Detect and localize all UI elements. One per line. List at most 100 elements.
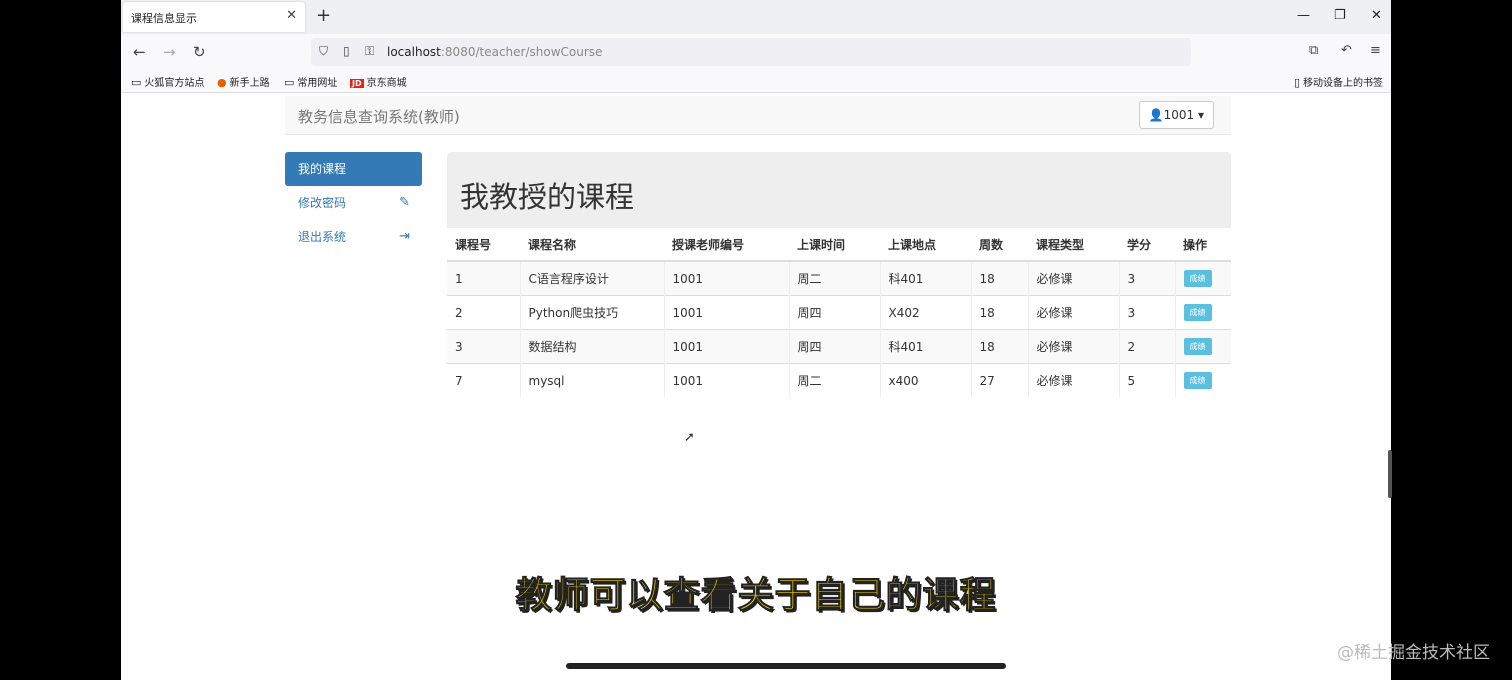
folder-icon: ▭ <box>131 76 142 89</box>
cell-teacher-id: 1001 <box>663 260 789 296</box>
window-close-icon[interactable]: ✕ <box>1371 8 1382 23</box>
extensions-icon[interactable]: ⧉ <box>1309 43 1318 58</box>
cell-course-id: 7 <box>447 363 520 397</box>
bookmark-item[interactable]: ▭ 火狐官方站点 <box>131 74 204 89</box>
sidebar-item-logout[interactable]: 退出系统 ⇥ <box>285 220 422 254</box>
mobile-icon: ▯ <box>1294 76 1301 89</box>
account-icon[interactable]: ↶ <box>1341 43 1352 58</box>
table-row: 2 Python爬虫技巧 1001 周四 X402 18 必修课 3 成绩 <box>447 295 1231 330</box>
cell-credit: 3 <box>1118 295 1175 330</box>
cell-location: X402 <box>879 295 971 330</box>
new-tab-icon[interactable]: + <box>316 5 331 26</box>
cell-location: x400 <box>879 363 971 397</box>
cell-weeks: 18 <box>970 260 1028 296</box>
video-subtitle: 教师可以查看关于自己的课程 <box>515 575 997 617</box>
cell-credit: 3 <box>1118 260 1175 296</box>
cell-course-name: mysql <box>519 363 664 397</box>
course-table: 课程号 课程名称 授课老师编号 上课时间 上课地点 周数 课程类型 学分 操作 … <box>447 228 1231 397</box>
cell-credit: 5 <box>1118 363 1175 397</box>
cell-type: 必修课 <box>1027 329 1119 364</box>
mobile-bookmarks[interactable]: ▯ 移动设备上的书签 <box>1294 74 1383 89</box>
score-button[interactable]: 成绩 <box>1183 304 1212 321</box>
cell-time: 周四 <box>788 329 880 364</box>
table-row: 3 数据结构 1001 周四 科401 18 必修课 2 成绩 <box>447 329 1231 364</box>
bookmark-item[interactable]: ● 新手上路 <box>217 74 270 89</box>
cell-teacher-id: 1001 <box>663 329 789 364</box>
cell-action: 成绩 <box>1174 363 1231 397</box>
sidebar: 我的课程 修改密码 ✎ 退出系统 ⇥ <box>285 152 422 254</box>
column-header: 课程类型 <box>1028 228 1119 262</box>
column-header: 学分 <box>1119 228 1175 262</box>
back-icon[interactable]: ← <box>133 43 146 61</box>
column-header: 授课老师编号 <box>664 228 789 262</box>
folder-icon: ▭ <box>284 76 295 89</box>
sidebar-item-label: 我的课程 <box>298 162 347 176</box>
cell-weeks: 27 <box>970 363 1028 397</box>
bookmark-item[interactable]: JD 京东商城 <box>350 74 407 89</box>
cell-time: 周二 <box>788 363 880 397</box>
sidebar-item-change-password[interactable]: 修改密码 ✎ <box>285 186 422 220</box>
close-tab-icon[interactable]: ✕ <box>286 8 297 23</box>
screen: 课程信息显示 ✕ + — ❐ ✕ ← → ↻ ⛉ ▯ ⚿ localhost:8… <box>121 0 1391 680</box>
cell-time: 周四 <box>788 295 880 330</box>
page-header: 我教授的课程 <box>447 152 1231 228</box>
column-header: 上课时间 <box>789 228 880 262</box>
reload-icon[interactable]: ↻ <box>193 43 206 61</box>
table-header-row: 课程号 课程名称 授课老师编号 上课时间 上课地点 周数 课程类型 学分 操作 <box>447 228 1231 262</box>
cell-time: 周二 <box>788 260 880 296</box>
mouse-cursor-icon: ➚ <box>684 430 695 445</box>
cell-weeks: 18 <box>970 295 1028 330</box>
sidebar-item-label: 修改密码 <box>298 196 347 210</box>
user-dropdown-button[interactable]: 👤1001 ▾ <box>1138 101 1214 129</box>
bookmarks-bar: ▭ 火狐官方站点 ● 新手上路 ▭ 常用网址 JD 京东商城 ▯ 移动设备上的书签 <box>121 70 1391 93</box>
sidebar-item-my-courses[interactable]: 我的课程 <box>285 152 422 186</box>
cell-course-id: 3 <box>447 329 520 364</box>
site-brand[interactable]: 教务信息查询系统(教师) <box>298 106 460 127</box>
column-header: 上课地点 <box>880 228 971 262</box>
cell-course-id: 1 <box>447 260 520 296</box>
cell-weeks: 18 <box>970 329 1028 364</box>
score-button[interactable]: 成绩 <box>1183 338 1212 355</box>
cell-type: 必修课 <box>1027 260 1119 296</box>
firefox-icon: ● <box>217 76 227 89</box>
key-icon[interactable]: ⚿ <box>365 44 374 59</box>
url-bar[interactable]: ⛉ ▯ ⚿ localhost:8080/teacher/showCourse <box>311 38 1191 66</box>
bookmark-item[interactable]: ▭ 常用网址 <box>284 74 337 89</box>
logout-icon: ⇥ <box>399 229 410 244</box>
shield-icon[interactable]: ⛉ <box>319 44 328 59</box>
cell-action: 成绩 <box>1174 260 1231 296</box>
cell-teacher-id: 1001 <box>663 295 789 330</box>
cell-teacher-id: 1001 <box>663 363 789 397</box>
url-path: :8080/teacher/showCourse <box>440 45 603 59</box>
minimize-icon[interactable]: — <box>1297 8 1310 23</box>
sidebar-item-label: 退出系统 <box>298 230 347 244</box>
cell-course-name: C语言程序设计 <box>519 260 664 296</box>
tab-bar: 课程信息显示 ✕ + — ❐ ✕ <box>121 0 1391 34</box>
cell-course-name: 数据结构 <box>519 329 664 364</box>
cell-action: 成绩 <box>1174 295 1231 330</box>
score-button[interactable]: 成绩 <box>1183 270 1212 287</box>
caret-down-icon: ▾ <box>1194 108 1204 122</box>
pencil-icon: ✎ <box>399 195 410 210</box>
cell-type: 必修课 <box>1027 295 1119 330</box>
score-button[interactable]: 成绩 <box>1183 372 1212 389</box>
menu-icon[interactable]: ≡ <box>1370 43 1381 58</box>
cell-course-name: Python爬虫技巧 <box>519 295 664 330</box>
cell-credit: 2 <box>1118 329 1175 364</box>
restore-icon[interactable]: ❐ <box>1334 8 1346 23</box>
user-id: 1001 <box>1163 108 1195 122</box>
jd-icon: JD <box>350 79 364 88</box>
watermark: @稀土掘金技术社区 <box>1337 643 1490 663</box>
forward-icon[interactable]: → <box>163 43 176 61</box>
tab-title: 课程信息显示 <box>131 12 197 25</box>
cell-location: 科401 <box>879 260 971 296</box>
column-header: 操作 <box>1175 228 1231 262</box>
scrollbar[interactable] <box>1388 450 1392 498</box>
column-header: 课程号 <box>447 228 520 262</box>
cell-action: 成绩 <box>1174 329 1231 364</box>
cell-type: 必修课 <box>1027 363 1119 397</box>
browser-tab[interactable]: 课程信息显示 ✕ <box>123 2 305 32</box>
top-navbar: 教务信息查询系统(教师) 👤1001 ▾ <box>285 96 1231 135</box>
url-text[interactable]: localhost:8080/teacher/showCourse <box>387 45 602 59</box>
page-icon: ▯ <box>343 44 350 58</box>
